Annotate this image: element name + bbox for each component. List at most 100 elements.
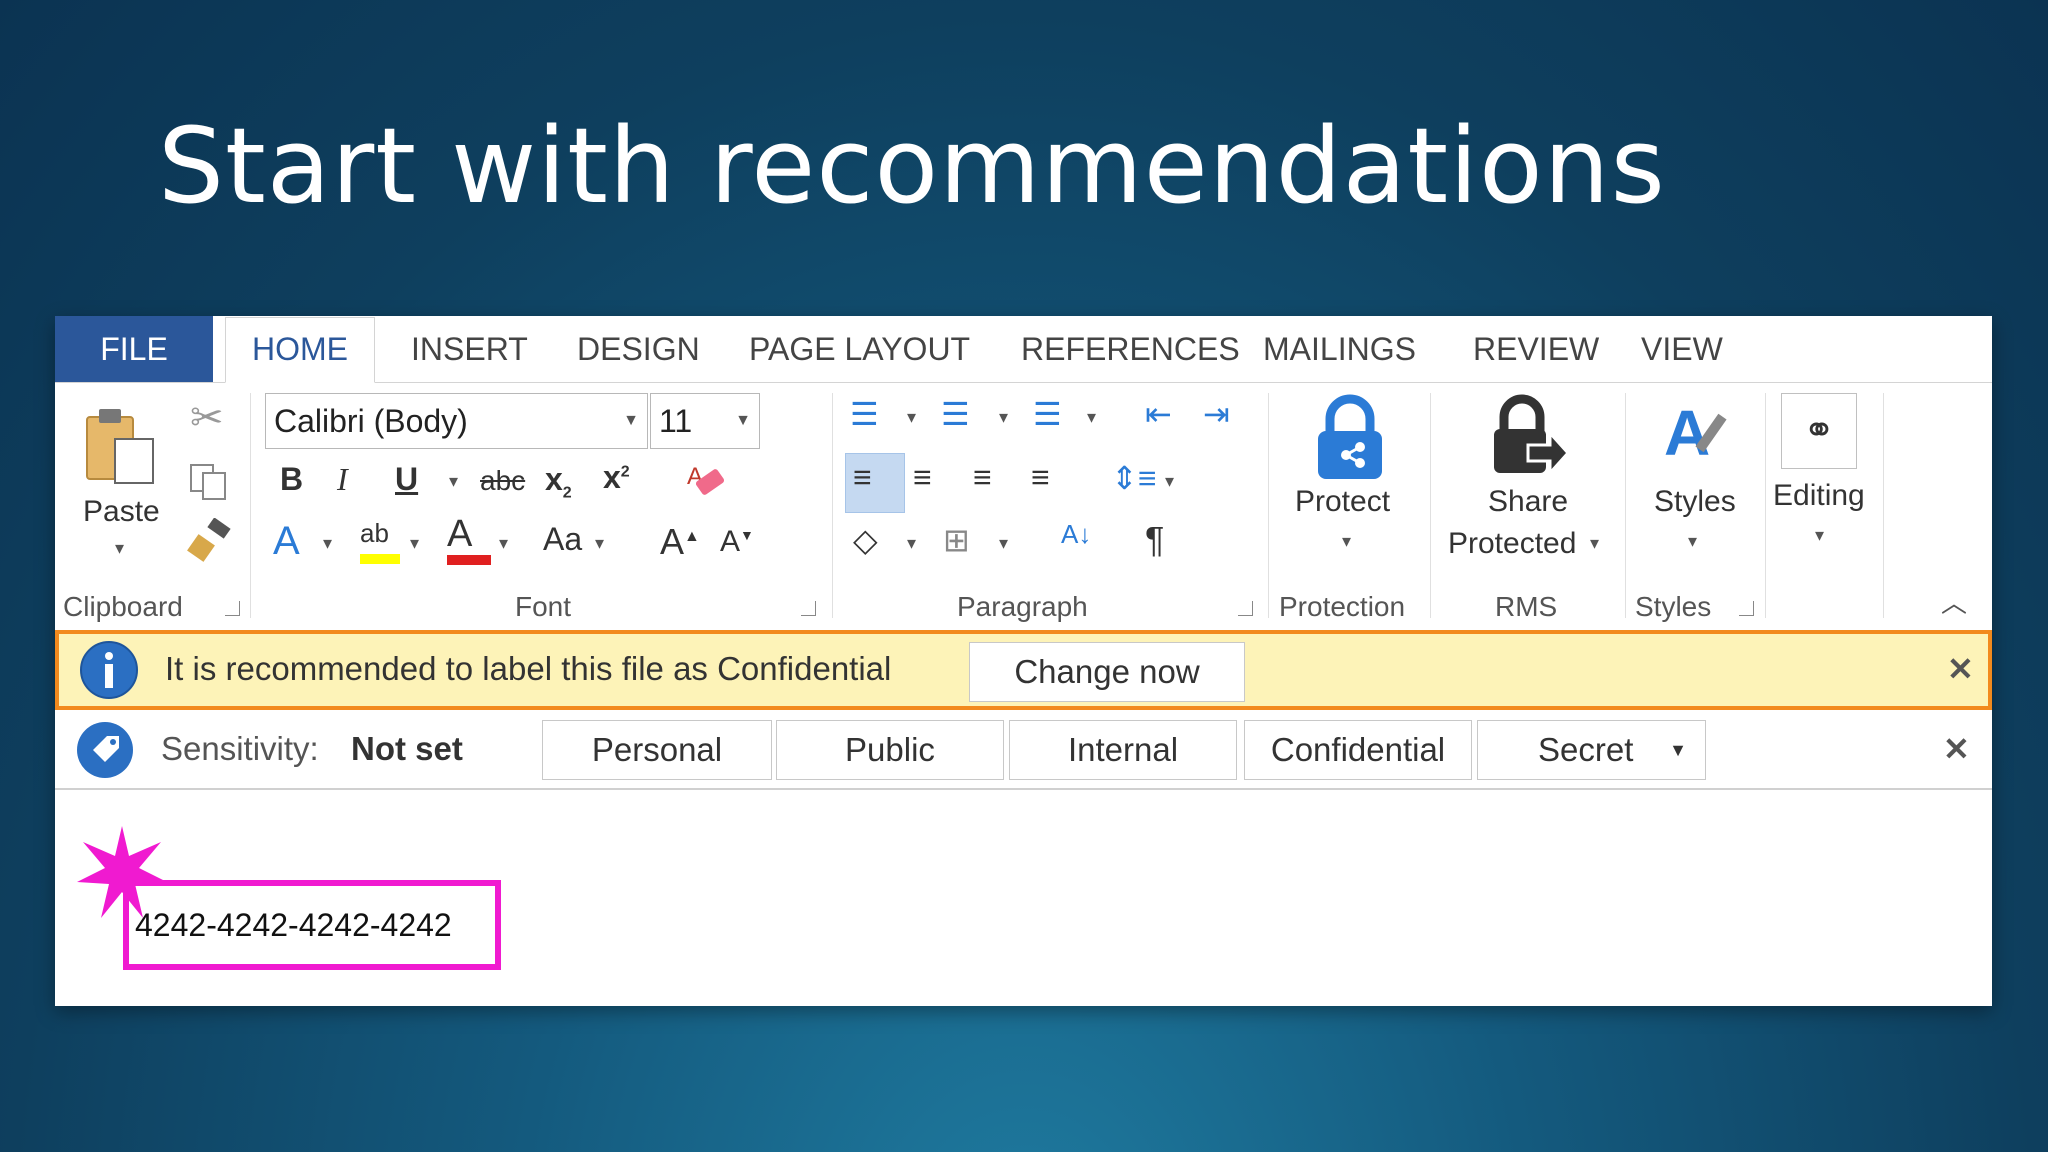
font-color-dropdown-icon[interactable]: ▾ (499, 533, 508, 554)
group-separator (1268, 393, 1269, 618)
share-dropdown-icon[interactable]: ▾ (1590, 533, 1599, 554)
multilevel-dropdown-icon[interactable]: ▾ (1087, 407, 1096, 428)
multilevel-list-icon[interactable]: ☰ (1033, 395, 1062, 433)
change-now-button[interactable]: Change now (969, 642, 1245, 702)
text-effects-icon[interactable]: A (273, 519, 300, 564)
label-internal-button[interactable]: Internal (1009, 720, 1237, 780)
tab-mailings[interactable]: MAILINGS (1263, 316, 1416, 382)
recommendation-message: It is recommended to label this file as … (165, 650, 892, 687)
sort-icon[interactable]: A↓ (1061, 519, 1091, 550)
label-personal-button[interactable]: Personal (542, 720, 772, 780)
paste-icon (86, 409, 154, 484)
tab-references[interactable]: REFERENCES (1021, 316, 1240, 382)
format-painter-icon[interactable] (185, 518, 235, 564)
share-protected-button[interactable]: Share Protected ▾ (1440, 393, 1615, 583)
chevron-down-icon: ▼ (623, 412, 639, 429)
tab-insert[interactable]: INSERT (411, 316, 528, 382)
change-case-icon[interactable]: Aa (543, 521, 582, 558)
change-case-dropdown-icon[interactable]: ▾ (595, 533, 604, 554)
increase-indent-icon[interactable]: ⇥ (1203, 395, 1230, 433)
word-window: FILE HOME INSERT DESIGN PAGE LAYOUT REFE… (55, 316, 1992, 1006)
copy-icon[interactable] (187, 461, 233, 501)
share-lock-icon (1494, 394, 1568, 477)
editing-button[interactable]: ⚭ Editing ▾ (1767, 393, 1887, 573)
document-text[interactable]: 4242-4242-4242-4242 (135, 907, 452, 944)
tab-review[interactable]: REVIEW (1473, 316, 1599, 382)
label-secret-button[interactable]: Secret ▼ (1477, 720, 1706, 780)
font-color-icon[interactable]: A (447, 513, 491, 567)
highlight-color-icon[interactable]: ab (360, 518, 404, 568)
font-launcher-icon[interactable] (801, 601, 816, 616)
styles-icon: A (1664, 397, 1727, 469)
group-separator (1765, 393, 1766, 618)
close-recommendation-icon[interactable]: ✕ (1947, 650, 1974, 688)
italic-icon[interactable]: I (337, 461, 348, 498)
share-label: Share (1488, 485, 1569, 518)
sensitivity-bar: Sensitivity: Not set Personal Public Int… (55, 710, 1992, 790)
underline-dropdown-icon[interactable]: ▾ (449, 471, 458, 492)
tab-home[interactable]: HOME (225, 317, 375, 383)
styles-launcher-icon[interactable] (1739, 601, 1754, 616)
line-spacing-dropdown-icon[interactable]: ▾ (1165, 471, 1174, 492)
bold-icon[interactable]: B (280, 461, 303, 498)
lock-icon (1318, 394, 1382, 479)
tab-file[interactable]: FILE (55, 316, 213, 382)
cut-icon[interactable]: ✂ (190, 395, 224, 441)
strikethrough-icon[interactable]: abc (480, 465, 525, 497)
clear-formatting-icon[interactable]: A (683, 458, 733, 502)
align-right-icon[interactable]: ≡ (973, 459, 992, 496)
tab-page-layout[interactable]: PAGE LAYOUT (749, 316, 970, 382)
highlight-dropdown-icon[interactable]: ▾ (410, 533, 419, 554)
align-left-icon[interactable]: ≡ (853, 459, 872, 496)
font-name-select[interactable]: Calibri (Body) ▼ (265, 393, 648, 449)
collapse-ribbon-icon[interactable]: ︿ (1941, 583, 1967, 620)
shrink-font-icon[interactable]: A▼ (720, 525, 754, 559)
underline-icon[interactable]: U (395, 461, 418, 498)
ribbon: Paste ▾ ✂ Clipboard Calibri (Body) ▼ 11 … (55, 383, 1992, 630)
ribbon-tab-bar: FILE HOME INSERT DESIGN PAGE LAYOUT REFE… (55, 316, 1992, 383)
font-size-select[interactable]: 11 ▼ (650, 393, 760, 449)
numbering-icon[interactable]: ☰ (941, 395, 970, 433)
styles-button[interactable]: A Styles ▾ (1640, 393, 1750, 573)
line-spacing-icon[interactable]: ⇕≡ (1111, 459, 1156, 497)
justify-icon[interactable]: ≡ (1031, 459, 1050, 496)
show-formatting-icon[interactable]: ¶ (1145, 519, 1164, 561)
subscript-icon[interactable]: x2 (545, 461, 572, 502)
decrease-indent-icon[interactable]: ⇤ (1145, 395, 1172, 433)
bullets-icon[interactable]: ☰ (850, 395, 879, 433)
grow-font-icon[interactable]: A▲ (660, 521, 700, 563)
chevron-down-icon: ▼ (735, 412, 751, 429)
protect-dropdown-icon[interactable]: ▾ (1342, 531, 1351, 552)
info-icon (80, 641, 138, 699)
paste-dropdown-icon[interactable]: ▾ (115, 538, 124, 559)
styles-group-label: Styles (1635, 591, 1712, 622)
shading-icon[interactable]: ◇ (853, 521, 878, 559)
paste-button[interactable]: Paste ▾ (75, 403, 165, 558)
group-separator (1430, 393, 1431, 618)
close-sensitivity-icon[interactable]: ✕ (1943, 730, 1970, 768)
shading-dropdown-icon[interactable]: ▾ (907, 533, 916, 554)
borders-dropdown-icon[interactable]: ▾ (999, 533, 1008, 554)
font-group-label: Font (515, 591, 572, 622)
secret-dropdown-icon[interactable]: ▼ (1669, 721, 1687, 779)
document-area[interactable]: 4242-4242-4242-4242 (55, 790, 1992, 1006)
sensitivity-label: Sensitivity: (161, 730, 319, 767)
protect-button[interactable]: Protect ▾ (1280, 393, 1420, 573)
label-confidential-button[interactable]: Confidential (1244, 720, 1472, 780)
label-public-button[interactable]: Public (776, 720, 1004, 780)
bullets-dropdown-icon[interactable]: ▾ (907, 407, 916, 428)
align-center-icon[interactable]: ≡ (913, 459, 932, 496)
paragraph-launcher-icon[interactable] (1238, 601, 1253, 616)
paragraph-group-label: Paragraph (957, 591, 1088, 622)
recommendation-bar: It is recommended to label this file as … (55, 630, 1992, 710)
tab-design[interactable]: DESIGN (577, 316, 700, 382)
editing-dropdown-icon[interactable]: ▾ (1815, 525, 1824, 546)
clipboard-launcher-icon[interactable] (225, 601, 240, 616)
styles-dropdown-icon[interactable]: ▾ (1688, 531, 1697, 552)
numbering-dropdown-icon[interactable]: ▾ (999, 407, 1008, 428)
tab-view[interactable]: VIEW (1641, 316, 1723, 382)
text-effects-dropdown-icon[interactable]: ▾ (323, 533, 332, 554)
borders-icon[interactable]: ⊞ (943, 521, 970, 559)
superscript-icon[interactable]: x2 (603, 459, 630, 496)
font-size-value: 11 (659, 403, 693, 439)
